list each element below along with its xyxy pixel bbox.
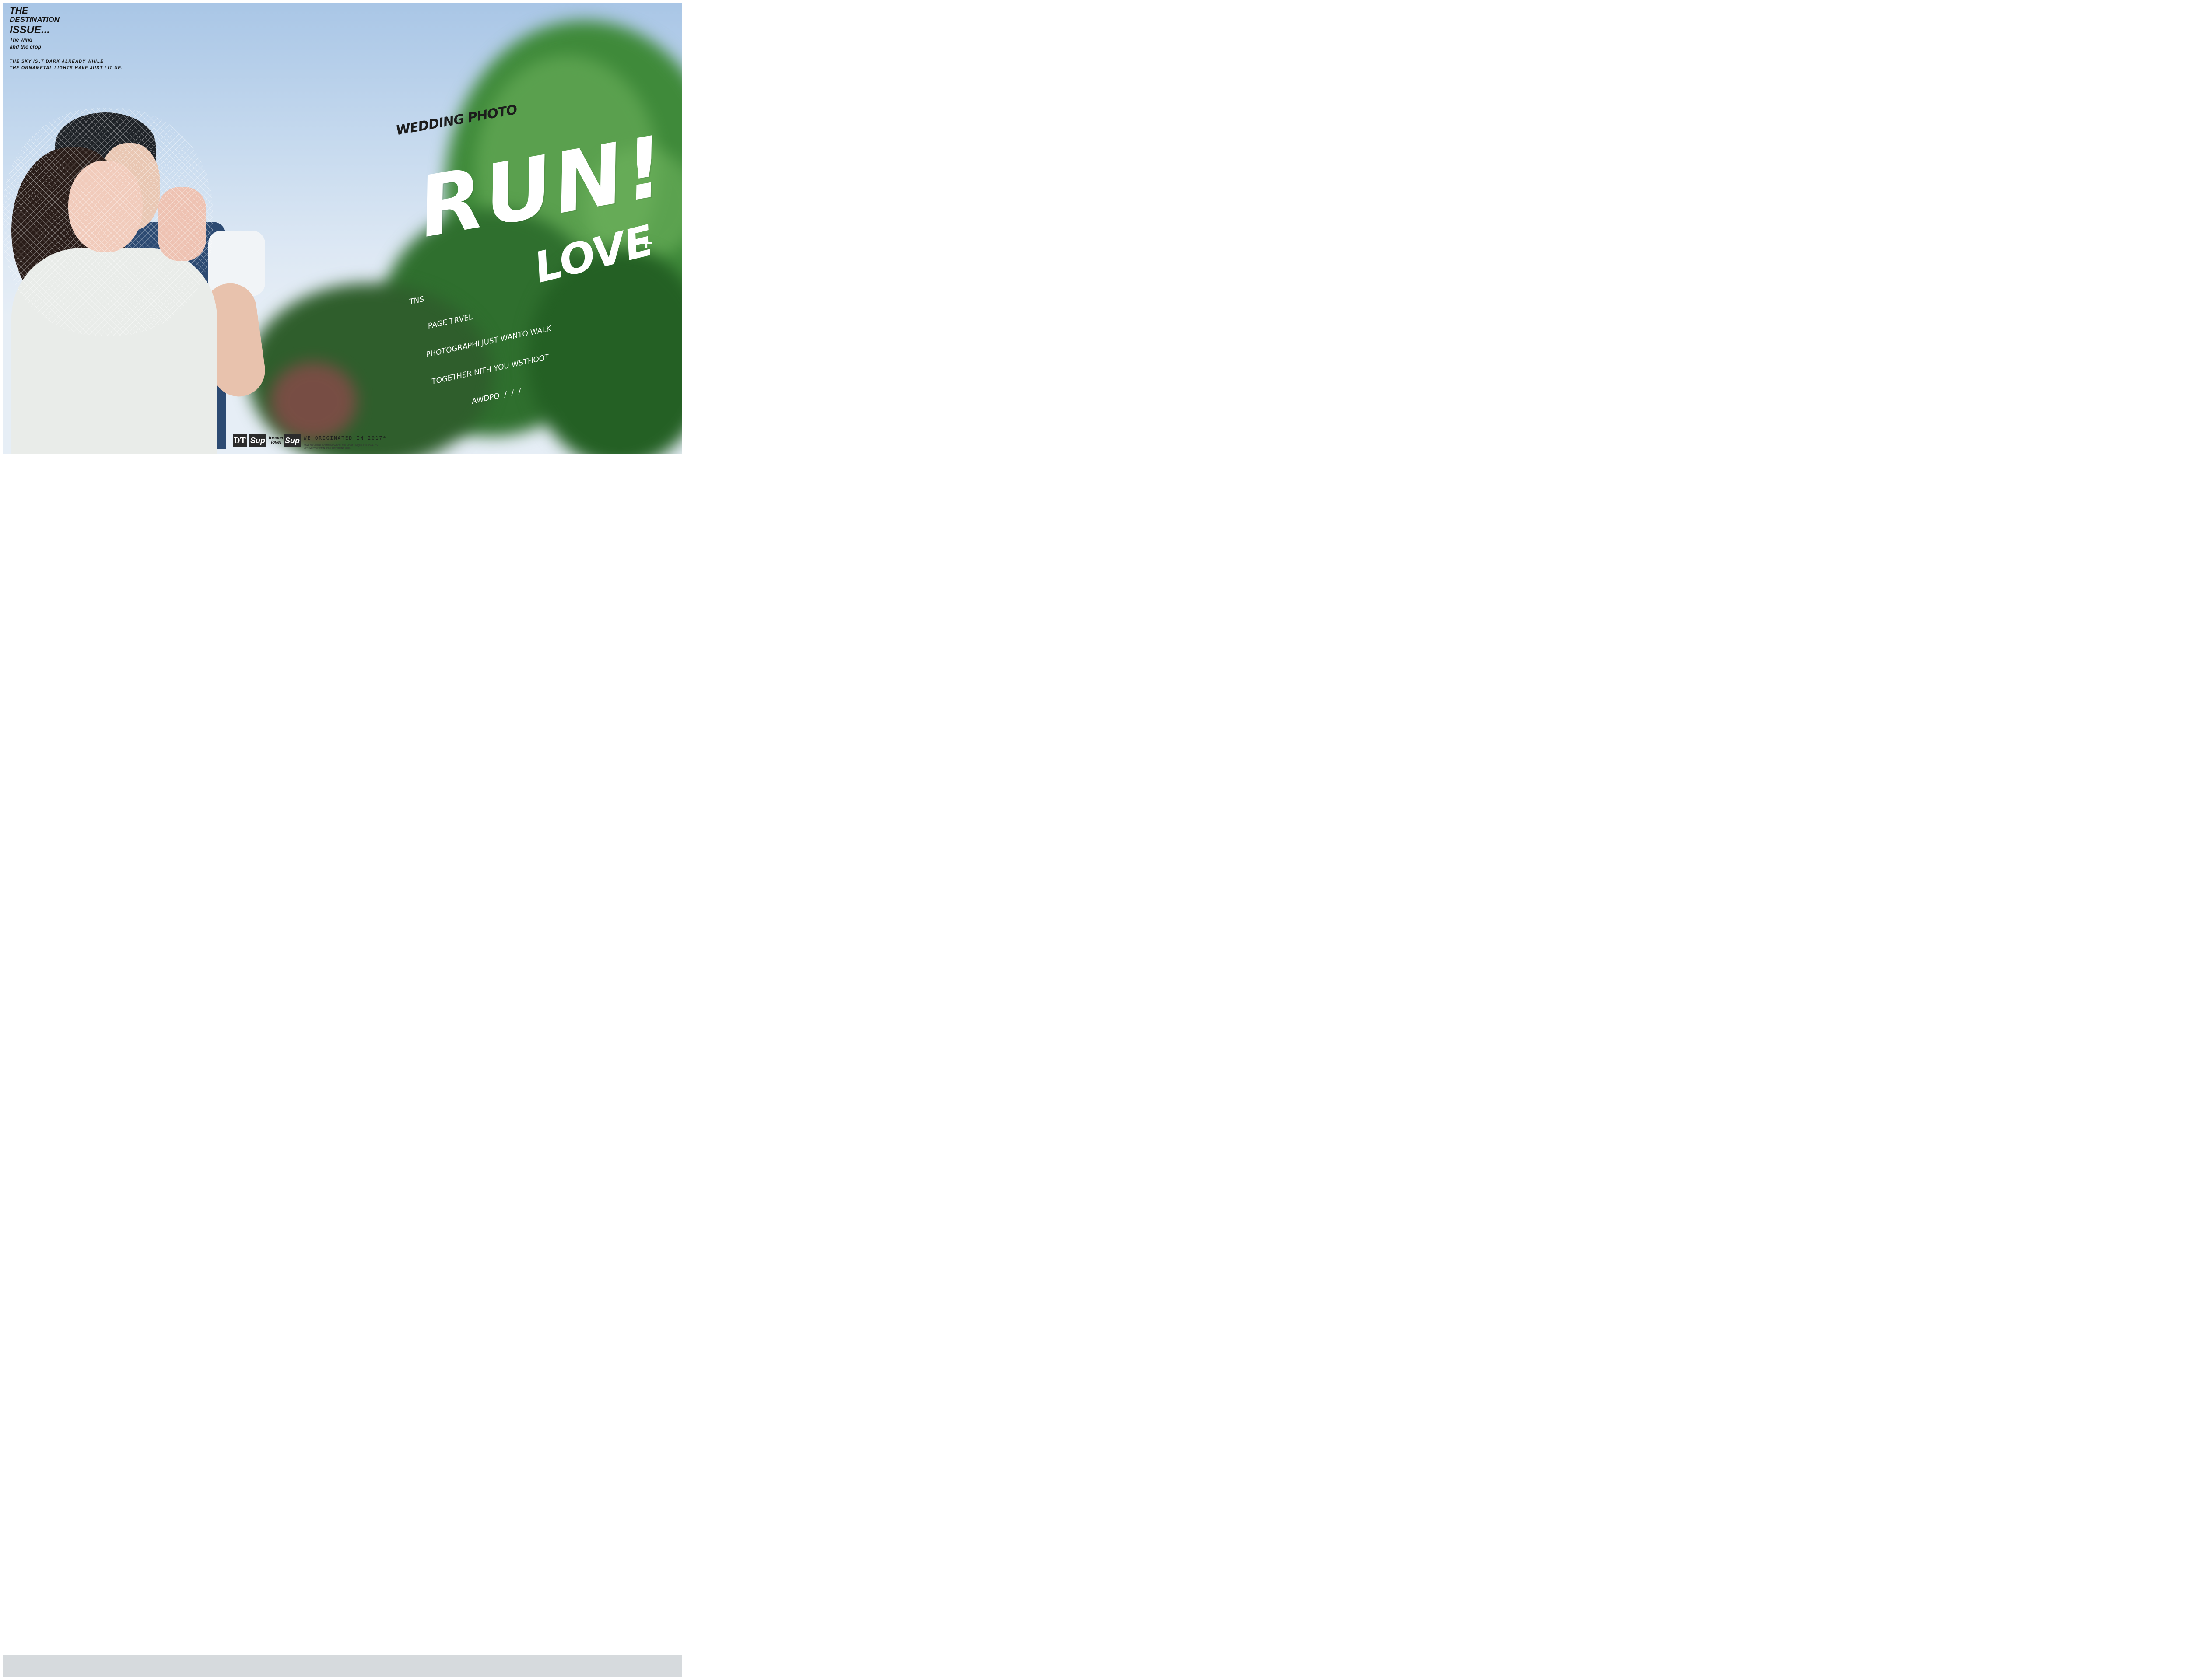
caption-line2: THE ORNAMETAL LIGHTS HAVE JUST LIT UP.	[10, 66, 123, 70]
headline-sub1: The wind	[10, 37, 32, 43]
headline-line1: THE	[10, 6, 28, 16]
dt-logo: DT	[233, 434, 247, 447]
red-foliage-blob	[270, 362, 357, 441]
footer-subtext: STAR OF VISUAL COMMUNICATION. THE MOST U…	[304, 444, 379, 450]
caption-line1: THE SKY IS„T DARK ALREADY WHILE	[10, 59, 104, 64]
sup-logo: Sup	[249, 434, 266, 447]
footer-sub-line2: LET EVERY WOMAN HAVE DIFFERENT SIDE.	[304, 447, 351, 450]
headline-line2: DESTINATION	[10, 15, 60, 24]
editorial-header: THE DESTINATION ISSUE... The wind and th…	[10, 6, 123, 71]
paragraph-line1: TNS	[408, 295, 425, 307]
mesh-veil	[3, 108, 213, 336]
paragraph-line4: TOGETHER NITH YOU WSTHOOT	[431, 353, 551, 387]
paragraph-line2: PAGE TRVEL	[427, 312, 474, 331]
forever-love-logo: forever love!	[268, 434, 284, 447]
paragraph-line3: PHOTOGRAPHI JUST WANTO WALK	[425, 324, 552, 360]
love-text: love!	[271, 440, 281, 445]
headline-line3: ISSUE...	[10, 24, 50, 36]
plus-mark: +	[639, 233, 654, 253]
footer-slogan: WE ORIGINATED IN 2017*	[304, 435, 387, 441]
headline-sub2: and the crop	[10, 44, 42, 50]
sup-logo-2: Sup	[284, 434, 301, 447]
footer-bar	[3, 1655, 682, 1676]
